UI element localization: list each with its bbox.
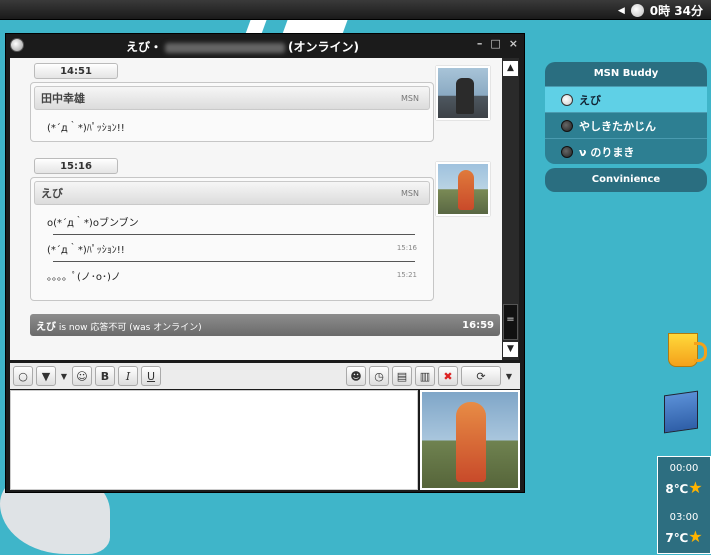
- status-change-bar: えび is now 応答不可 (was オンライン) 16:59: [30, 314, 500, 336]
- message-text: o(*´д｀*)oブンブン: [47, 217, 139, 229]
- message-line: (*´д｀*)ﾊﾟｯｼｮﾝ!!: [31, 113, 433, 139]
- notes-icon[interactable]: ▥: [415, 366, 435, 386]
- contact-avatar[interactable]: [436, 162, 490, 216]
- sender-name: えび: [41, 187, 63, 200]
- bold-button[interactable]: B: [95, 366, 115, 386]
- moon-icon: [630, 4, 644, 17]
- wallpaper-shape: [282, 20, 348, 34]
- status-message: えび is now 応答不可 (was オンライン): [36, 318, 202, 333]
- contact-avatar[interactable]: [436, 66, 490, 120]
- avatar-figure: [456, 78, 474, 114]
- chevron-down-icon[interactable]: ▼: [59, 366, 69, 386]
- msn-status-icon: [10, 38, 24, 52]
- status-icon: [561, 119, 573, 132]
- scroll-thumb[interactable]: =: [503, 304, 518, 340]
- wallpaper-shape: [245, 20, 267, 34]
- message-time: 15:21: [396, 271, 417, 279]
- message-time: 15:16: [396, 244, 417, 252]
- buddy-name: やしきたかじん: [579, 119, 656, 133]
- status-time: 16:59: [462, 319, 494, 331]
- compose-toolbar: ○ ▼ ▼ ☺ B I U ☻ ◷ ▤ ▥ ✖ ⟳ ▼: [10, 363, 520, 389]
- emoticon-button[interactable]: ☺: [72, 366, 92, 386]
- message-line: o(*´д｀*)oブンブン: [31, 208, 433, 234]
- status-icon: [561, 93, 573, 106]
- forecast-temp: 7℃★: [665, 527, 703, 546]
- clock-text: 0時 34分: [649, 4, 703, 18]
- minimize-button[interactable]: –: [477, 37, 483, 50]
- forecast-row: 03:00 7℃★: [658, 506, 710, 555]
- message-history: 14:51 田中幸雄 MSN (*´д｀*)ﾊﾟｯｼｮﾝ!! 15:16 えび …: [10, 58, 502, 360]
- message-input[interactable]: [10, 390, 418, 490]
- send-button[interactable]: ⟳: [461, 366, 501, 386]
- message-line: 。。。。ﾟ(ノ･o･)ノ 15:21: [31, 262, 433, 288]
- title-contact-name: えび・: [126, 40, 163, 54]
- status-icon: [561, 145, 573, 158]
- forecast-time: 03:00: [669, 512, 699, 523]
- timestamp-label: 15:16: [34, 158, 118, 174]
- buddy-name: えび: [579, 93, 601, 107]
- message-line: (*´д｀*)ﾊﾟｯｼｮﾝ!! 15:16: [31, 235, 433, 261]
- forecast-time: 00:00: [669, 463, 699, 474]
- maximize-button[interactable]: □: [490, 37, 500, 50]
- block-icon[interactable]: ✖: [438, 366, 458, 386]
- service-label: MSN: [401, 93, 419, 103]
- sun-icon: ★: [688, 527, 703, 546]
- history-icon[interactable]: ◷: [369, 366, 389, 386]
- window-titlebar[interactable]: えび・ (オンライン) – □ ×: [6, 34, 524, 56]
- contact-info-icon[interactable]: ☻: [346, 366, 366, 386]
- weather-widget[interactable]: 00:00 8℃★ 03:00 7℃★: [657, 456, 711, 554]
- box-widget-icon[interactable]: [664, 390, 698, 434]
- buddy-name: ν のりまき: [579, 145, 635, 159]
- sun-icon: ★: [688, 478, 703, 497]
- top-menu-bar: ◀ 0時 34分: [0, 0, 711, 20]
- scroll-up-button[interactable]: ▲: [503, 61, 518, 76]
- toolbar-right-group: ☻ ◷ ▤ ▥ ✖ ⟳ ▼: [346, 366, 514, 386]
- message-block: 田中幸雄 MSN (*´д｀*)ﾊﾟｯｼｮﾝ!!: [30, 82, 434, 142]
- font-color-button[interactable]: ▼: [36, 366, 56, 386]
- buddy-panel: MSN Buddy えび やしきたかじん ν のりまき Convinience: [545, 62, 707, 192]
- blurred-email: [165, 42, 286, 53]
- service-label: MSN: [401, 188, 419, 198]
- message-block: えび MSN o(*´д｀*)oブンブン (*´д｀*)ﾊﾟｯｼｮﾝ!! 15:…: [30, 177, 434, 301]
- chevron-down-icon[interactable]: ▼: [504, 366, 514, 386]
- message-text: 。。。。ﾟ(ノ･o･)ノ: [47, 271, 121, 283]
- close-button[interactable]: ×: [509, 37, 518, 50]
- avatar-figure: [456, 402, 486, 482]
- system-clock[interactable]: ◀ 0時 34分: [618, 2, 703, 19]
- arrow-left-icon[interactable]: ◀: [618, 6, 625, 16]
- buddy-panel-title[interactable]: MSN Buddy: [545, 62, 707, 86]
- buddy-item[interactable]: やしきたかじん: [545, 112, 707, 138]
- forecast-row: 00:00 8℃★: [658, 457, 710, 506]
- title-status: (オンライン): [288, 40, 359, 54]
- coffee-cup-icon[interactable]: [668, 333, 707, 367]
- convenience-button[interactable]: Convinience: [545, 168, 707, 192]
- message-text: (*´д｀*)ﾊﾟｯｼｮﾝ!!: [47, 244, 125, 256]
- contact-large-avatar[interactable]: [420, 390, 520, 490]
- message-text: (*´д｀*)ﾊﾟｯｼｮﾝ!!: [47, 122, 125, 134]
- status-contact-name: えび: [36, 321, 56, 333]
- timestamp-label: 14:51: [34, 63, 118, 79]
- message-header: えび MSN: [34, 181, 430, 205]
- status-text: is now 応答不可 (was オンライン): [58, 322, 202, 333]
- status-icon[interactable]: ○: [13, 366, 33, 386]
- underline-button[interactable]: U: [141, 366, 161, 386]
- chat-scrollbar[interactable]: ▲ = ▼: [502, 58, 519, 360]
- scroll-down-button[interactable]: ▼: [503, 342, 518, 357]
- italic-button[interactable]: I: [118, 366, 138, 386]
- log-icon[interactable]: ▤: [392, 366, 412, 386]
- buddy-item[interactable]: ν のりまき: [545, 138, 707, 164]
- avatar-figure: [458, 170, 474, 210]
- buddy-item[interactable]: えび: [545, 86, 707, 112]
- forecast-temp: 8℃★: [665, 478, 703, 497]
- message-header: 田中幸雄 MSN: [34, 86, 430, 110]
- window-title: えび・ (オンライン): [126, 38, 359, 55]
- window-controls: – □ ×: [477, 37, 518, 50]
- sender-name: 田中幸雄: [41, 92, 85, 105]
- chat-window: えび・ (オンライン) – □ × 14:51 田中幸雄 MSN (*´д｀*)ﾊ…: [5, 33, 525, 493]
